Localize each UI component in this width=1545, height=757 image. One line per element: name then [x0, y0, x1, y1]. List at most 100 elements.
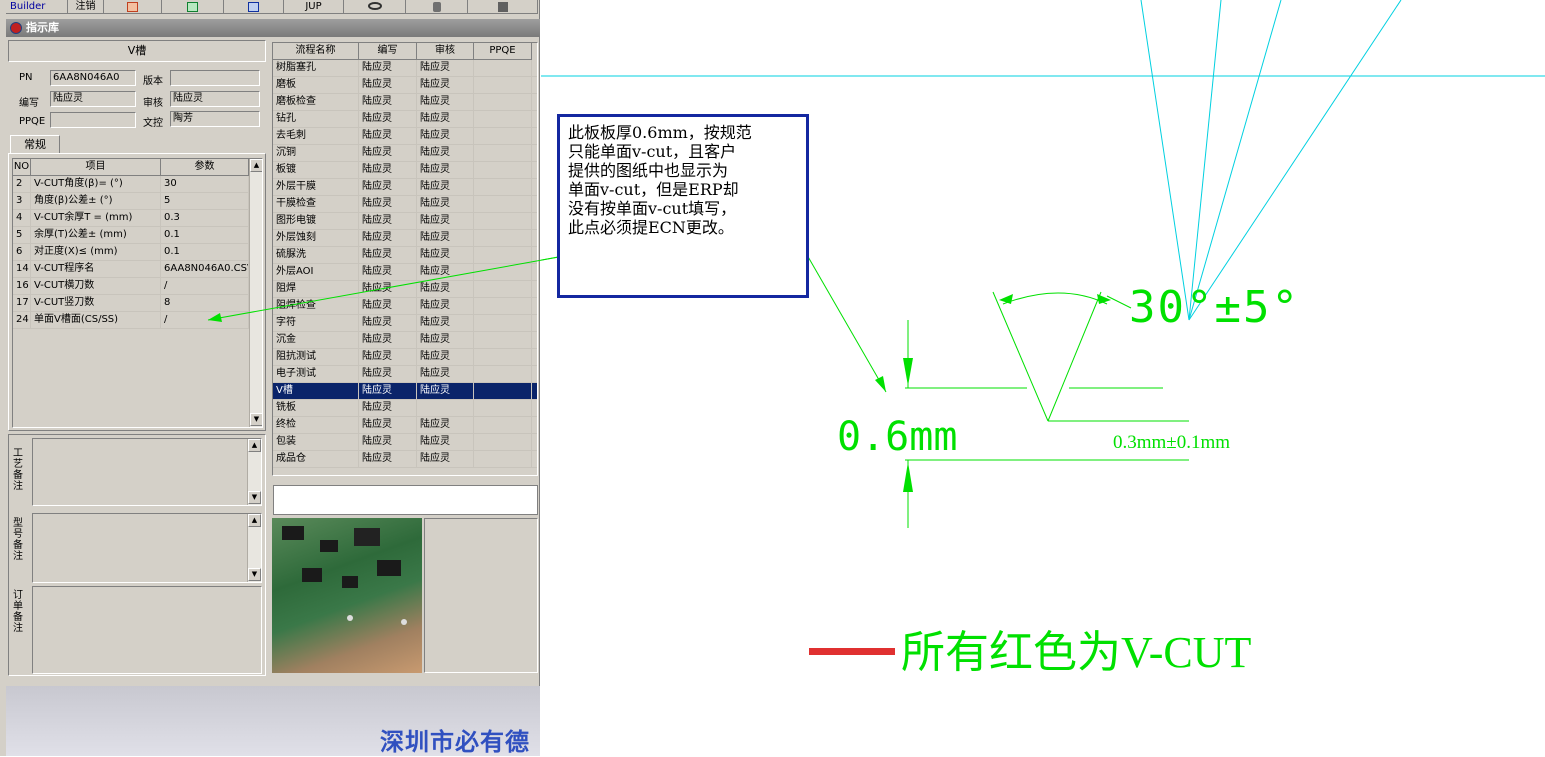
process-filler-cell: [532, 196, 537, 213]
scroll-up-icon[interactable]: ▲: [250, 159, 262, 172]
process-row[interactable]: 干膜检查 陆应灵 陆应灵: [273, 196, 537, 213]
process-ppqe-cell: [474, 247, 532, 264]
process-name-cell: 铣板: [273, 400, 359, 417]
ppqe-field[interactable]: [50, 112, 136, 128]
process-row[interactable]: 阻抗测试 陆应灵 陆应灵: [273, 349, 537, 366]
network-button[interactable]: [468, 0, 538, 14]
param-value-cell: /: [161, 278, 249, 295]
process-filler-cell: [532, 60, 537, 77]
process-col-ppqe[interactable]: PPQE: [474, 43, 532, 60]
process-reviewer-cell: 陆应灵: [417, 213, 474, 230]
process-row[interactable]: 包装 陆应灵 陆应灵: [273, 434, 537, 451]
process-filler-cell: [532, 145, 537, 162]
param-row[interactable]: 6 对正度(X)≤ (mm) 0.1: [13, 244, 249, 261]
param-row[interactable]: 3 角度(β)公差± (°) 5: [13, 193, 249, 210]
process-row[interactable]: 外层蚀刻 陆应灵 陆应灵: [273, 230, 537, 247]
arrow-up-icon: [903, 462, 913, 492]
model-remark-field[interactable]: ▲ ▼: [32, 513, 262, 583]
process-row[interactable]: 去毛刺 陆应灵 陆应灵: [273, 128, 537, 145]
process-row[interactable]: 沉铜 陆应灵 陆应灵: [273, 145, 537, 162]
param-row[interactable]: 5 余厚(T)公差± (mm) 0.1: [13, 227, 249, 244]
param-row[interactable]: 4 V-CUT余厚T = (mm) 0.3: [13, 210, 249, 227]
param-row[interactable]: 17 V-CUT竖刀数 8: [13, 295, 249, 312]
process-row[interactable]: 硫脲洗 陆应灵 陆应灵: [273, 247, 537, 264]
version-field[interactable]: [170, 70, 260, 86]
param-row[interactable]: 14 V-CUT程序名 6AA8N046A0.CSV: [13, 261, 249, 278]
model-remark-scrollbar[interactable]: ▲ ▼: [247, 514, 261, 582]
param-no-cell: 5: [13, 227, 31, 244]
jup-button[interactable]: JUP: [284, 0, 344, 14]
process-row[interactable]: 板镀 陆应灵 陆应灵: [273, 162, 537, 179]
process-author-cell: 陆应灵: [359, 111, 417, 128]
process-row[interactable]: 阻焊检查 陆应灵 陆应灵: [273, 298, 537, 315]
builder-button[interactable]: Builder: [6, 0, 68, 14]
process-row[interactable]: 沉金 陆应灵 陆应灵: [273, 332, 537, 349]
process-ppqe-cell: [474, 451, 532, 468]
process-ppqe-cell: [474, 230, 532, 247]
pcb-chip: [282, 526, 304, 540]
param-value-cell: /: [161, 312, 249, 329]
process-reviewer-cell: 陆应灵: [417, 94, 474, 111]
pdf-export-button[interactable]: [104, 0, 162, 14]
scroll-up-icon[interactable]: ▲: [248, 514, 261, 527]
author-field[interactable]: 陆应灵: [50, 91, 136, 107]
process-row[interactable]: V槽 陆应灵 陆应灵: [273, 383, 537, 400]
process-filler-cell: [532, 230, 537, 247]
process-col-author[interactable]: 编写: [359, 43, 417, 60]
word-export-button[interactable]: [224, 0, 284, 14]
process-author-cell: 陆应灵: [359, 77, 417, 94]
order-remark-label: 订单备注: [13, 590, 23, 634]
v-groove-right: [1047, 291, 1102, 422]
eye-icon: [367, 2, 382, 10]
database-icon: [432, 2, 441, 12]
process-row[interactable]: 铣板 陆应灵: [273, 400, 537, 417]
process-col-name[interactable]: 流程名称: [273, 43, 359, 60]
database-button[interactable]: [406, 0, 468, 14]
process-row[interactable]: 终检 陆应灵 陆应灵: [273, 417, 537, 434]
preview-button[interactable]: [344, 0, 406, 14]
process-author-cell: 陆应灵: [359, 315, 417, 332]
scroll-up-icon[interactable]: ▲: [248, 439, 261, 452]
process-row[interactable]: 阻焊 陆应灵 陆应灵: [273, 281, 537, 298]
pn-field[interactable]: 6AA8N046A0: [50, 70, 136, 86]
excel-export-button[interactable]: [162, 0, 224, 14]
process-row[interactable]: 磨板 陆应灵 陆应灵: [273, 77, 537, 94]
process-row[interactable]: 外层AOI 陆应灵 陆应灵: [273, 264, 537, 281]
tab-general[interactable]: 常规: [10, 135, 60, 154]
param-row[interactable]: 24 单面V槽面(CS/SS) /: [13, 312, 249, 329]
process-col-reviewer[interactable]: 审核: [417, 43, 474, 60]
process-author-cell: 陆应灵: [359, 264, 417, 281]
scroll-down-icon[interactable]: ▼: [248, 491, 261, 504]
scroll-down-icon[interactable]: ▼: [248, 568, 261, 581]
process-row[interactable]: 图形电镀 陆应灵 陆应灵: [273, 213, 537, 230]
cyan-ray: [1140, 0, 1190, 321]
process-remark-scrollbar[interactable]: ▲ ▼: [247, 439, 261, 505]
process-reviewer-cell: [417, 400, 474, 417]
param-row[interactable]: 2 V-CUT角度(β)= (°) 30: [13, 176, 249, 193]
process-row[interactable]: 字符 陆应灵 陆应灵: [273, 315, 537, 332]
process-remark-field[interactable]: ▲ ▼: [32, 438, 262, 506]
process-row[interactable]: 钻孔 陆应灵 陆应灵: [273, 111, 537, 128]
process-row[interactable]: 成品仓 陆应灵 陆应灵: [273, 451, 537, 468]
process-row[interactable]: 磨板检查 陆应灵 陆应灵: [273, 94, 537, 111]
order-remark-field[interactable]: [32, 586, 262, 674]
logout-button[interactable]: 注销: [68, 0, 104, 14]
doc-control-field[interactable]: 陶芳: [170, 111, 260, 127]
process-ppqe-cell: [474, 383, 532, 400]
param-row[interactable]: 16 V-CUT横刀数 /: [13, 278, 249, 295]
params-col-item[interactable]: 项目: [31, 159, 161, 176]
process-row[interactable]: 树脂塞孔 陆应灵 陆应灵: [273, 60, 537, 77]
process-row[interactable]: 外层干膜 陆应灵 陆应灵: [273, 179, 537, 196]
param-no-cell: 2: [13, 176, 31, 193]
process-header-row: 流程名称 编写 审核 PPQE: [273, 43, 537, 60]
params-scrollbar[interactable]: ▲ ▼: [249, 159, 262, 427]
params-col-no[interactable]: NO: [13, 159, 31, 176]
scroll-down-icon[interactable]: ▼: [250, 413, 262, 426]
params-col-value[interactable]: 参数: [161, 159, 249, 176]
reviewer-field[interactable]: 陆应灵: [170, 91, 260, 107]
v-cut-legend-text: 所有红色为V-CUT: [901, 628, 1252, 677]
process-note-input[interactable]: [273, 485, 538, 515]
param-item-cell: V-CUT竖刀数: [31, 295, 161, 312]
process-row[interactable]: 电子测试 陆应灵 陆应灵: [273, 366, 537, 383]
process-ppqe-cell: [474, 434, 532, 451]
